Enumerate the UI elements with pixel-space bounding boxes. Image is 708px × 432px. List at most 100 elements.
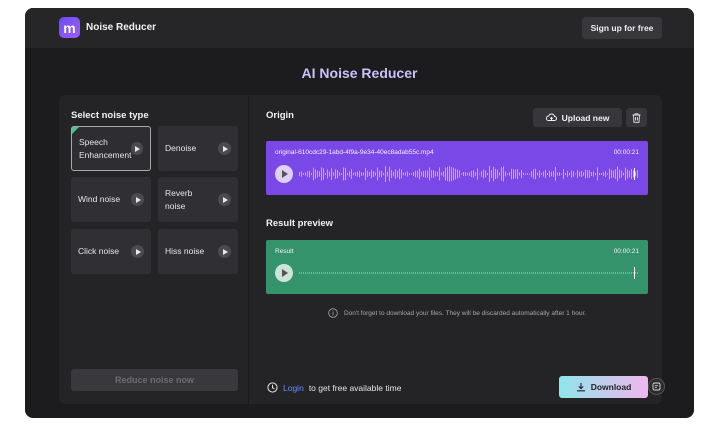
waveform-bar [371,169,372,179]
waveform-bar [521,272,522,274]
noise-type-speech-enhancement[interactable]: Speech Enhancement [71,126,151,171]
waveform-bar [523,272,524,274]
waveform-bar [407,171,408,177]
waveform-bar [461,272,462,274]
waveform-bar [441,272,442,274]
noise-type-click[interactable]: Click noise [71,229,151,274]
waveform-bar [529,173,530,175]
signup-button[interactable]: Sign up for free [582,17,662,39]
waveform-bar [439,272,440,274]
waveform-bar [635,171,636,177]
waveform-bar [485,272,486,274]
waveform-bar [327,272,328,274]
play-icon[interactable] [218,142,231,155]
waveform-bar [543,272,544,274]
waveform-bar [351,272,352,274]
feedback-icon[interactable] [648,378,665,395]
waveform-bar [433,170,434,178]
upload-new-button[interactable]: Upload new [533,108,622,127]
waveform-bar [379,272,380,274]
waveform-bar [403,272,404,274]
waveform-bar [313,167,314,181]
waveform-bar [299,272,300,274]
delete-button[interactable] [626,108,647,127]
waveform-bar [451,166,452,182]
result-audio-track[interactable]: Result 00:00:21 [266,240,648,294]
waveform-bar [395,169,396,179]
play-icon[interactable] [218,193,231,206]
waveform-bar [553,272,554,274]
waveform-bar [619,169,620,179]
waveform-bar [581,170,582,178]
app-window: m Noise Reducer Sign up for free AI Nois… [25,8,694,418]
noise-type-denoise[interactable]: Denoise [158,126,238,171]
waveform-bar [341,272,342,274]
waveform-bar [301,171,302,177]
origin-audio-track[interactable]: original-610cdc29-1abd-4f9a-9e34-40ec8ad… [266,141,648,195]
waveform-bar [557,272,558,274]
waveform-bar [421,272,422,274]
waveform-bar [439,167,440,181]
waveform-bar [409,272,410,274]
play-icon[interactable] [218,245,231,258]
clock-icon [267,382,278,393]
waveform-bar [423,272,424,274]
waveform-bar [491,169,492,179]
play-icon[interactable] [275,264,293,282]
play-icon[interactable] [275,165,293,183]
waveform-bar [307,272,308,274]
play-icon[interactable] [131,193,144,206]
waveform-bar [349,171,350,177]
waveform-bar [565,272,566,274]
waveform-bar [495,168,496,180]
result-waveform[interactable] [298,260,638,286]
brand-name: Noise Reducer [86,22,157,33]
waveform-bar [589,272,590,274]
playhead-marker [634,267,635,279]
waveform-bar [389,166,390,182]
waveform-bar [355,172,356,176]
waveform-bar [305,172,306,176]
waveform-bar [633,170,634,178]
m-logo-icon[interactable]: m [59,17,80,38]
reduce-noise-button[interactable]: Reduce noise now [71,369,238,391]
main-panel: Select noise type Speech Enhancement Den… [59,95,662,404]
waveform-bar [627,272,628,274]
download-button[interactable]: Download [559,376,648,398]
waveform-bar [419,272,420,274]
waveform-bar [313,272,314,274]
noise-type-wind[interactable]: Wind noise [71,177,151,222]
origin-waveform[interactable] [298,161,638,187]
waveform-bar [409,173,410,175]
play-icon[interactable] [131,245,144,258]
waveform-bar [353,272,354,274]
waveform-bar [599,172,600,176]
waveform-bar [527,173,528,175]
waveform-bar [533,169,534,179]
waveform-bar [325,272,326,274]
waveform-bar [595,272,596,274]
login-link[interactable]: Login [283,383,304,393]
waveform-bar [351,169,352,179]
waveform-bar [551,171,552,177]
play-icon[interactable] [131,142,143,155]
waveform-bar [617,272,618,274]
waveform-bar [303,272,304,274]
origin-duration: 00:00:21 [613,149,639,156]
waveform-bar [503,166,504,182]
notice-text: Don't forget to download your files. The… [343,309,587,317]
waveform-bar [583,172,584,176]
waveform-bar [457,272,458,274]
waveform-bar [465,172,466,176]
note-icon [652,382,661,391]
noise-type-reverb[interactable]: Reverb noise [158,177,238,222]
waveform-bar [615,272,616,274]
waveform-bar [559,172,560,176]
noise-type-hiss[interactable]: Hiss noise [158,229,238,274]
waveform-bar [517,168,518,180]
waveform-bar [417,272,418,274]
result-duration: 00:00:21 [613,248,639,255]
waveform-bar [379,170,380,178]
result-heading: Result preview [266,218,334,229]
download-icon [576,383,585,392]
